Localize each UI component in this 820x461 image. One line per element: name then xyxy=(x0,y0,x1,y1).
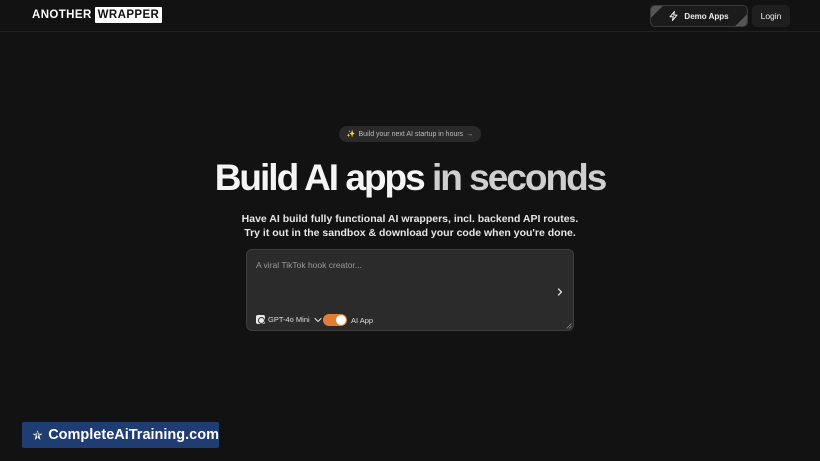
sparkle-icon: ✨ xyxy=(346,131,356,138)
resize-handle-icon[interactable] xyxy=(566,323,572,329)
top-navbar: ANOTHER WRAPPER Demo Apps Login xyxy=(0,0,820,32)
ai-app-toggle-label: AI App xyxy=(351,316,374,325)
logo-text-another: ANOTHER xyxy=(32,9,92,21)
model-select[interactable]: GPT-4o Mini xyxy=(256,315,322,324)
prompt-box: GPT-4o Mini AI App xyxy=(246,249,574,331)
prompt-input[interactable] xyxy=(256,260,546,270)
arrow-right-icon: → xyxy=(466,130,474,138)
chevron-right-icon[interactable] xyxy=(555,287,565,297)
announcement-pill[interactable]: ✨ Build your next AI startup in hours → xyxy=(339,126,481,142)
hero-title-part2: in seconds xyxy=(432,157,607,198)
brand-logo[interactable]: ANOTHER WRAPPER xyxy=(32,7,163,23)
toggle-knob xyxy=(336,315,346,325)
ai-app-toggle[interactable] xyxy=(323,314,347,326)
demo-apps-button[interactable]: Demo Apps xyxy=(650,5,748,27)
login-button[interactable]: Login xyxy=(752,5,790,27)
decorative-corner xyxy=(651,6,663,18)
model-label: GPT-4o Mini xyxy=(268,315,310,324)
hero-title: Build AI apps in seconds xyxy=(0,156,820,200)
login-label: Login xyxy=(760,11,782,21)
demo-apps-label: Demo Apps xyxy=(684,11,729,21)
watermark-text: CompleteAiTraining.com xyxy=(48,427,219,443)
announcement-text: Build your next AI startup in hours xyxy=(358,130,464,138)
logo-text-wrapper: WRAPPER xyxy=(94,7,163,23)
star-logo-icon xyxy=(32,430,43,440)
watermark-banner: CompleteAiTraining.com xyxy=(22,422,219,448)
hero-subtitle: Have AI build fully functional AI wrappe… xyxy=(241,213,579,239)
hero-title-part1: Build AI apps xyxy=(214,157,426,198)
chevron-down-icon xyxy=(314,317,322,322)
lightning-icon xyxy=(669,11,678,21)
openai-icon xyxy=(256,315,265,324)
decorative-corner xyxy=(735,14,747,26)
